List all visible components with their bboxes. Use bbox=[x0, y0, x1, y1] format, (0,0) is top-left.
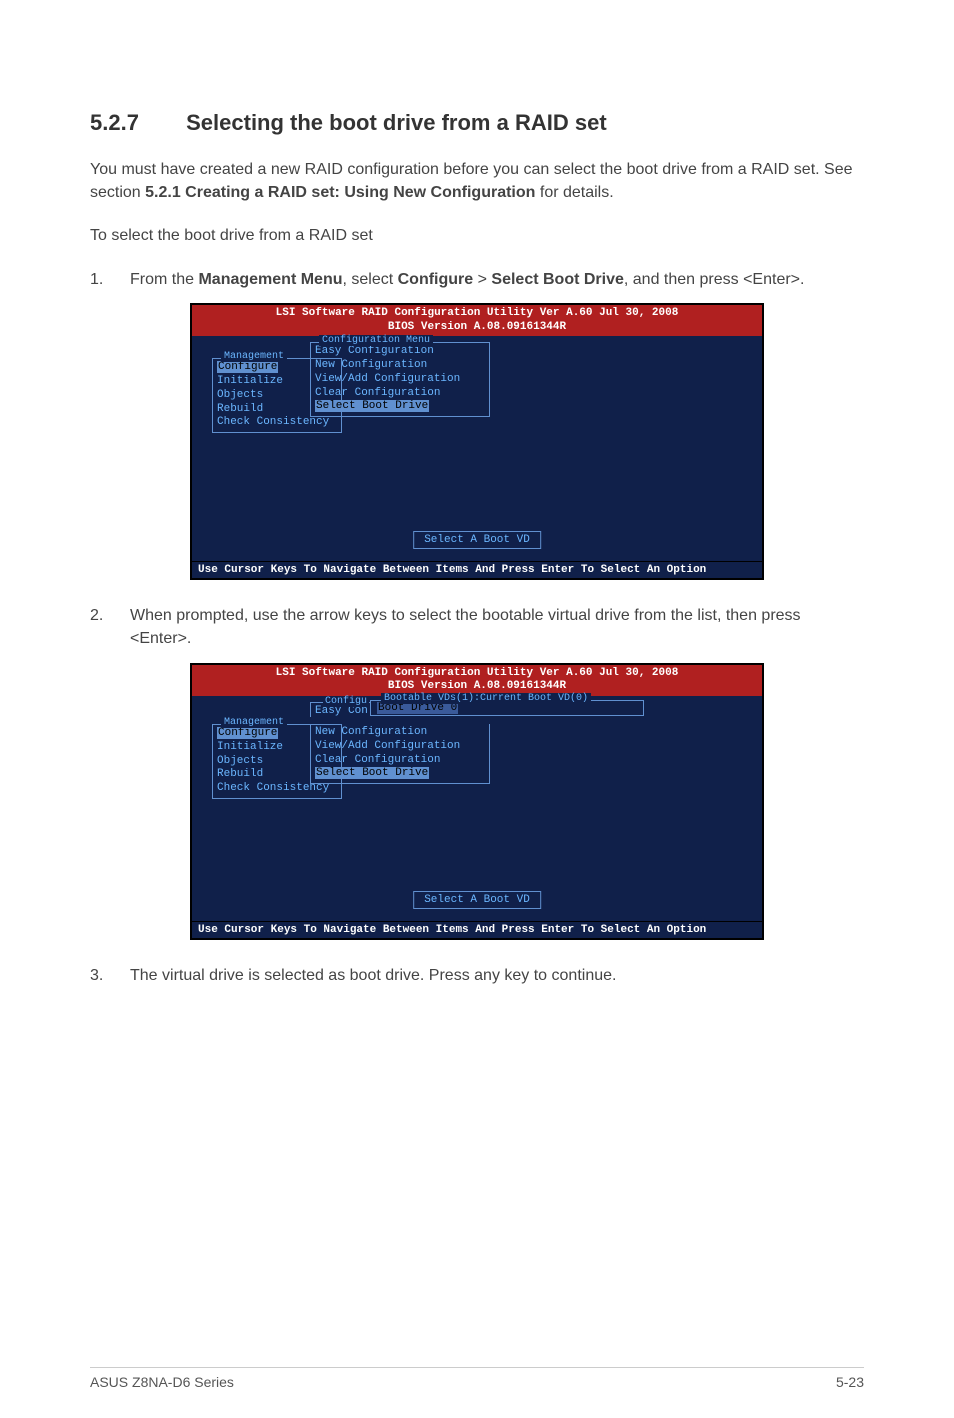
menu-item-select-boot-drive[interactable]: Select Boot Drive bbox=[315, 400, 429, 412]
intro-paragraph-2: To select the boot drive from a RAID set bbox=[90, 224, 864, 247]
menu-item-easy-config[interactable]: Easy Configuration bbox=[315, 345, 485, 359]
menu-item-configure[interactable]: Configure bbox=[217, 727, 278, 739]
step-number: 1. bbox=[90, 268, 130, 291]
menu-item-select-boot-drive[interactable]: Select Boot Drive bbox=[315, 767, 429, 779]
menu-item-configure[interactable]: Configure bbox=[217, 361, 278, 373]
section-reference: 5.2.1 Creating a RAID set: Using New Con… bbox=[145, 184, 535, 201]
bios-screenshot-1: LSI Software RAID Configuration Utility … bbox=[190, 303, 764, 581]
bios-footer: Use Cursor Keys To Navigate Between Item… bbox=[192, 561, 762, 578]
section-title: Selecting the boot drive from a RAID set bbox=[186, 110, 607, 135]
menu-item-new-config[interactable]: New Configuration bbox=[315, 359, 485, 373]
bios-header: LSI Software RAID Configuration Utility … bbox=[192, 305, 762, 337]
configuration-menu-panel: New Configuration View/Add Configuration… bbox=[310, 724, 490, 784]
menu-item: Select Boot Drive bbox=[491, 271, 623, 288]
menu-item-check-consistency[interactable]: Check Consistency bbox=[217, 782, 337, 796]
panel-legend: Management bbox=[221, 717, 287, 728]
page-footer: ASUS Z8NA-D6 Series 5-23 bbox=[90, 1367, 864, 1390]
bios-screenshot-2: LSI Software RAID Configuration Utility … bbox=[190, 663, 764, 941]
menu-item-view-add-config[interactable]: View/Add Configuration bbox=[315, 740, 485, 754]
message-box: Select A Boot VD bbox=[413, 891, 541, 909]
menu-item-view-add-config[interactable]: View/Add Configuration bbox=[315, 373, 485, 387]
menu-item: Configure bbox=[398, 271, 474, 288]
menu-item-new-config[interactable]: New Configuration bbox=[315, 726, 485, 740]
panel-legend: Bootable VDs(1):Current Boot VD(0) bbox=[381, 693, 591, 704]
step-1: 1. From the Management Menu, select Conf… bbox=[90, 268, 864, 291]
step-3: 3. The virtual drive is selected as boot… bbox=[90, 964, 864, 987]
section-heading: 5.2.7 Selecting the boot drive from a RA… bbox=[90, 110, 864, 136]
menu-item-check-consistency[interactable]: Check Consistency bbox=[217, 416, 337, 430]
footer-page-number: 5-23 bbox=[836, 1374, 864, 1390]
menu-item-clear-config[interactable]: Clear Configuration bbox=[315, 754, 485, 768]
footer-left: ASUS Z8NA-D6 Series bbox=[90, 1374, 234, 1390]
bios-footer: Use Cursor Keys To Navigate Between Item… bbox=[192, 921, 762, 938]
step-2: 2. When prompted, use the arrow keys to … bbox=[90, 604, 864, 650]
menu-name: Management Menu bbox=[198, 271, 342, 288]
panel-legend-short: Configu bbox=[323, 696, 369, 707]
bootable-vds-panel: Bootable VDs(1):Current Boot VD(0) Boot … bbox=[370, 700, 644, 716]
message-box: Select A Boot VD bbox=[413, 531, 541, 549]
step-number: 2. bbox=[90, 604, 130, 650]
bios-header: LSI Software RAID Configuration Utility … bbox=[192, 665, 762, 697]
intro-paragraph-1: You must have created a new RAID configu… bbox=[90, 158, 864, 204]
panel-legend: Configuration Menu bbox=[319, 335, 433, 346]
configuration-menu-panel: Configuration Menu Easy Configuration Ne… bbox=[310, 342, 490, 417]
section-number: 5.2.7 bbox=[90, 110, 180, 136]
step-number: 3. bbox=[90, 964, 130, 987]
menu-item-clear-config[interactable]: Clear Configuration bbox=[315, 387, 485, 401]
panel-legend: Management bbox=[221, 351, 287, 362]
